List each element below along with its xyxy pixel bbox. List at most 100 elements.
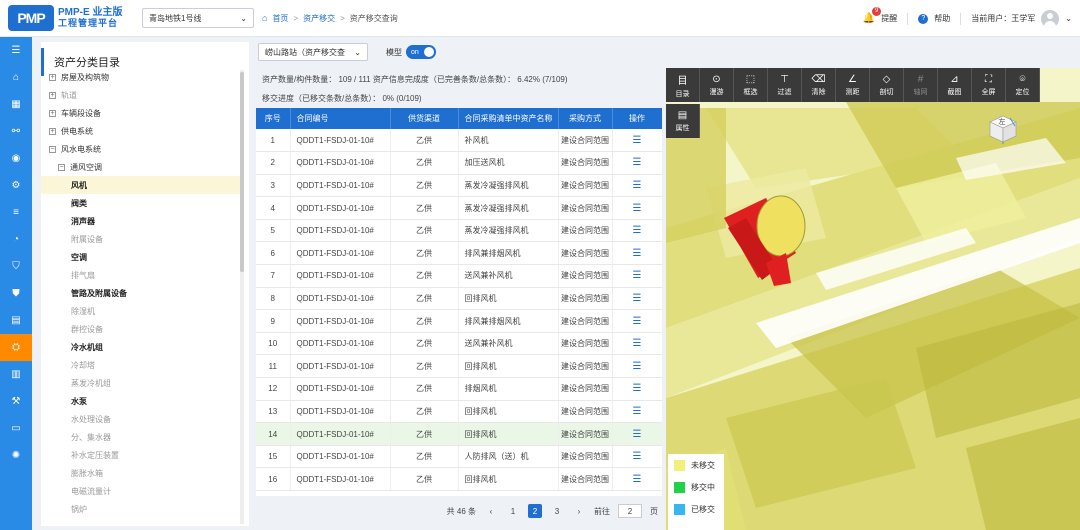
page-3[interactable]: 3 xyxy=(550,504,564,518)
project-select[interactable]: 青岛地铁1号线 ⌄ xyxy=(142,8,254,28)
sliders-icon[interactable]: ≡ xyxy=(0,199,32,226)
tree-item[interactable]: 蒸发冷机组 xyxy=(41,374,241,392)
tree-item[interactable]: 电磁流量计 xyxy=(41,482,241,500)
tool-button[interactable]: ⛶ 全屏 xyxy=(972,68,1006,102)
tree-item[interactable]: 附属设备 xyxy=(41,230,241,248)
expand-icon[interactable]: + xyxy=(49,91,56,99)
row-menu-icon[interactable]: ☰ xyxy=(633,157,642,168)
tree-item[interactable]: 补水定压装置 xyxy=(41,446,241,464)
table-row[interactable]: 13 QDDT1-FSDJ-01-10# 乙供 回排风机 建设合同范围 ☰ xyxy=(256,400,662,424)
document-icon[interactable]: ▤ xyxy=(0,307,32,334)
tree-item[interactable]: 冷却塔 xyxy=(41,356,241,374)
tree-item[interactable]: 排气扇 xyxy=(41,266,241,284)
chevron-down-icon[interactable]: ⌄ xyxy=(1065,14,1072,23)
table-row[interactable]: 9 QDDT1-FSDJ-01-10# 乙供 排风兼排烟风机 建设合同范围 ☰ xyxy=(256,309,662,333)
alerts-label[interactable]: 提醒 xyxy=(881,13,897,24)
expand-icon[interactable]: + xyxy=(49,127,56,135)
row-menu-icon[interactable]: ☰ xyxy=(633,180,642,191)
pie-icon[interactable]: ◔ xyxy=(0,226,32,253)
collapse-icon[interactable]: − xyxy=(58,163,65,171)
next-page-button[interactable]: › xyxy=(572,504,586,518)
expand-icon[interactable]: + xyxy=(49,73,56,81)
goto-page-input[interactable]: 2 xyxy=(618,504,642,518)
tool-button[interactable]: # 轴网 xyxy=(904,68,938,102)
table-row[interactable]: 7 QDDT1-FSDJ-01-10# 乙供 送风兼补风机 建设合同范围 ☰ xyxy=(256,264,662,288)
tree-item[interactable]: 水处理设备 xyxy=(41,410,241,428)
row-menu-icon[interactable]: ☰ xyxy=(633,225,642,236)
tree-item[interactable]: 冷水机组 xyxy=(41,338,241,356)
tree-item[interactable]: − 通风空调 xyxy=(41,158,241,176)
expand-icon[interactable]: + xyxy=(49,109,56,117)
bell-icon[interactable]: 🔔 9 xyxy=(863,7,882,24)
grid-icon[interactable]: ▦ xyxy=(0,91,32,118)
tv-icon[interactable]: ▭ xyxy=(0,415,32,442)
tree-item[interactable]: + 房屋及构筑物 xyxy=(41,68,241,86)
camera-icon[interactable]: ◉ xyxy=(0,145,32,172)
tree-item[interactable]: 膨胀水箱 xyxy=(41,464,241,482)
tree-item[interactable]: 管路及附属设备 xyxy=(41,284,241,302)
avatar[interactable] xyxy=(1041,9,1060,28)
help-label[interactable]: 帮助 xyxy=(934,13,950,24)
analysis-icon[interactable]: ⚒ xyxy=(0,388,32,415)
row-menu-icon[interactable]: ☰ xyxy=(633,451,642,462)
tree-item[interactable]: 风机 xyxy=(41,176,241,194)
row-menu-icon[interactable]: ☰ xyxy=(633,293,642,304)
prev-page-button[interactable]: ‹ xyxy=(484,504,498,518)
tree-scrollbar[interactable] xyxy=(240,70,244,524)
row-menu-icon[interactable]: ☰ xyxy=(633,203,642,214)
table-row[interactable]: 2 QDDT1-FSDJ-01-10# 乙供 加压送风机 建设合同范围 ☰ xyxy=(256,151,662,175)
table-row[interactable]: 10 QDDT1-FSDJ-01-10# 乙供 送风兼补风机 建设合同范围 ☰ xyxy=(256,332,662,356)
tree-item[interactable]: − 风水电系统 xyxy=(41,140,241,158)
row-menu-icon[interactable]: ☰ xyxy=(633,135,642,146)
tree-item[interactable]: 阀类 xyxy=(41,194,241,212)
tree-item[interactable]: 空调 xyxy=(41,248,241,266)
row-menu-icon[interactable]: ☰ xyxy=(633,316,642,327)
breadcrumb-asset-transfer[interactable]: 资产移交 xyxy=(303,13,335,24)
tool-button[interactable]: ⊙ 漫游 xyxy=(700,68,734,102)
tool-button[interactable]: ⊤ 过滤 xyxy=(768,68,802,102)
tool-button[interactable]: ◇ 剖切 xyxy=(870,68,904,102)
table-row[interactable]: 5 QDDT1-FSDJ-01-10# 乙供 蒸发冷凝强排风机 建设合同范围 ☰ xyxy=(256,219,662,243)
row-menu-icon[interactable]: ☰ xyxy=(633,361,642,372)
tree-item[interactable]: 锅炉 xyxy=(41,500,241,518)
station-select[interactable]: 崂山路站（资产移交查 ⌄ xyxy=(258,43,368,61)
table-row[interactable]: 1 QDDT1-FSDJ-01-10# 乙供 补风机 建设合同范围 ☰ xyxy=(256,129,662,153)
table-row[interactable]: 6 QDDT1-FSDJ-01-10# 乙供 排风兼排烟风机 建设合同范围 ☰ xyxy=(256,241,662,266)
tree-item[interactable]: 消声器 xyxy=(41,212,241,230)
breadcrumb-home[interactable]: 首页 xyxy=(272,13,288,24)
properties-tool-button[interactable]: ▤ 属性 xyxy=(666,104,700,138)
shield-icon[interactable]: ⛉ xyxy=(0,253,32,280)
tool-button[interactable]: ∠ 测距 xyxy=(836,68,870,102)
asset-icon[interactable]: ⛭ xyxy=(0,334,32,361)
table-row[interactable]: 14 QDDT1-FSDJ-01-10# 乙供 回排风机 建设合同范围 ☰ xyxy=(256,422,662,446)
tree-item[interactable]: 除湿机 xyxy=(41,302,241,320)
tool-button[interactable]: ⬚ 框选 xyxy=(734,68,768,102)
view-cube-face[interactable]: 左 xyxy=(999,117,1006,126)
row-menu-icon[interactable]: ☰ xyxy=(633,383,642,394)
table-row[interactable]: 3 QDDT1-FSDJ-01-10# 乙供 蒸发冷凝强排风机 建设合同范围 ☰ xyxy=(256,174,662,198)
model-toggle[interactable]: on xyxy=(406,45,436,59)
row-menu-icon[interactable]: ☰ xyxy=(633,248,642,259)
flow-icon[interactable]: ⚯ xyxy=(0,118,32,145)
table-row[interactable]: 8 QDDT1-FSDJ-01-10# 乙供 回排风机 建设合同范围 ☰ xyxy=(256,287,662,311)
table-row[interactable]: 15 QDDT1-FSDJ-01-10# 乙供 人防排风（送）机 建设合同范围 ☰ xyxy=(256,445,662,469)
collapse-icon[interactable]: − xyxy=(49,145,56,153)
tool-button[interactable]: ⌫ 清除 xyxy=(802,68,836,102)
table-row[interactable]: 4 QDDT1-FSDJ-01-10# 乙供 蒸发冷凝强排风机 建设合同范围 ☰ xyxy=(256,196,662,220)
row-menu-icon[interactable]: ☰ xyxy=(633,270,642,281)
gear-icon[interactable]: ⚙ xyxy=(0,172,32,199)
user-shield-icon[interactable]: ⛊ xyxy=(0,280,32,307)
tree-item[interactable]: 水泵 xyxy=(41,392,241,410)
tool-button[interactable]: 目目录 xyxy=(666,68,700,102)
table-row[interactable]: 16 QDDT1-FSDJ-01-10# 乙供 回排风机 建设合同范围 ☰ xyxy=(256,467,662,491)
row-menu-icon[interactable]: ☰ xyxy=(633,429,642,440)
table-row[interactable]: 11 QDDT1-FSDJ-01-10# 乙供 回排风机 建设合同范围 ☰ xyxy=(256,354,662,379)
menu-icon[interactable]: ☰ xyxy=(0,37,32,64)
tree-item[interactable]: 群控设备 xyxy=(41,320,241,338)
tool-button[interactable]: ⊿ 截图 xyxy=(938,68,972,102)
tree-item[interactable]: + 车辆段设备 xyxy=(41,104,241,122)
row-menu-icon[interactable]: ☰ xyxy=(633,474,642,485)
help-icon[interactable]: ? xyxy=(918,13,929,24)
row-menu-icon[interactable]: ☰ xyxy=(633,406,642,417)
tree-item[interactable]: + 轨道 xyxy=(41,86,241,104)
